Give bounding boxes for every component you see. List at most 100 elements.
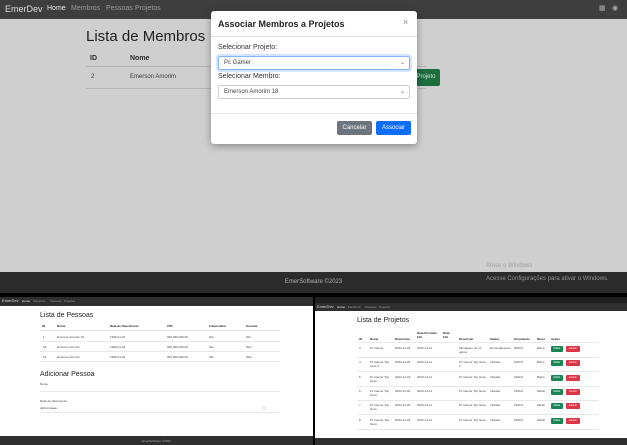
navbar-brand[interactable]: EmerDev <box>5 4 43 14</box>
col-nome: Nome <box>57 324 66 328</box>
cancel-button[interactable]: Cancelar <box>337 121 372 135</box>
col-budget: Orçamento <box>514 337 530 341</box>
birthdate-label: Data de Nascimento <box>40 399 68 403</box>
nav-home[interactable]: Home <box>47 5 66 12</box>
birthdate-input[interactable]: dd/mm/aaaa <box>40 406 57 410</box>
cell-status: Iniciado <box>490 360 501 365</box>
cell-birthdate: 1990-01-01 <box>110 345 126 349</box>
member-select[interactable]: Emerson Amorim 18 ⌄ <box>218 85 410 99</box>
row-divider <box>357 371 599 373</box>
settings-icon[interactable]: ▦ <box>599 5 606 12</box>
cell-status: Iniciado <box>490 417 501 422</box>
cell-birthdate: 1990-01-01 <box>110 335 126 339</box>
row-divider <box>40 341 280 342</box>
nav-pessoas[interactable]: Pessoas <box>50 299 62 303</box>
delete-button[interactable]: Excluir <box>566 403 580 410</box>
nav-pessoas[interactable]: Pessoas <box>106 5 133 12</box>
close-icon[interactable]: × <box>403 17 408 27</box>
nav-home[interactable]: Home <box>337 305 345 309</box>
col-cpf: CPF <box>167 324 173 328</box>
nav-membros[interactable]: Membros <box>71 5 100 12</box>
edit-button[interactable]: Editar <box>551 417 563 424</box>
col-employee: Funcionário <box>209 324 227 328</box>
cell-forecast: 2023-12-11 <box>417 417 433 422</box>
delete-button[interactable]: Excluir <box>566 388 580 395</box>
col-description: Descrição <box>459 337 474 341</box>
col-forecast: Data Previsão Fim <box>417 331 437 339</box>
cell-birthdate: 1990-01-01 <box>110 355 126 359</box>
nav-membros[interactable]: Membros <box>33 299 46 303</box>
cell-description: Pc Gamer Top Gera <box>459 417 486 422</box>
member-select-value: Emerson Amorim 18 <box>224 89 279 95</box>
cell-manager: Não <box>246 345 252 349</box>
delete-button[interactable]: Excluir <box>566 374 580 381</box>
footer-text: EmerSoftware ©2023 <box>142 439 171 443</box>
cell-forecast: 2023-12-11 <box>417 374 433 379</box>
footer: EmerSoftware ©2023 <box>0 436 313 445</box>
name-field[interactable] <box>40 391 280 392</box>
cell-risk: Baixo <box>537 360 545 365</box>
cell-forecast: 2023-12-11 <box>417 346 433 350</box>
github-icon[interactable]: ◉ <box>612 5 619 12</box>
cell-employee: Sim <box>209 355 215 359</box>
edit-button[interactable]: Editar <box>551 403 563 410</box>
cell-risk: Baixo <box>537 346 545 350</box>
cell-forecast: 2023-12-11 <box>417 403 433 408</box>
cell-id: 18 <box>43 345 47 349</box>
cell-forecast: 2023-12-11 <box>417 388 433 393</box>
modal-header-divider <box>211 36 417 37</box>
nav-projetos[interactable]: Projetos <box>64 299 75 303</box>
col-manager: Gerente <box>246 324 258 328</box>
cell-id: 7 <box>359 403 361 408</box>
nav-projetos[interactable]: Projetos <box>135 5 161 12</box>
people-title: Lista de Pessoas <box>40 312 94 319</box>
edit-button[interactable]: Editar <box>551 388 563 395</box>
cell-cpf: 000.000.000-00 <box>167 345 189 349</box>
members-page-screenshot: EmerDev Home Membros Pessoas Projetos ▦ … <box>0 0 627 293</box>
cell-start: 2023-12-04 <box>395 374 411 379</box>
nav-pessoas[interactable]: Pessoas <box>365 305 377 309</box>
row-divider <box>357 385 599 387</box>
col-id: ID <box>359 337 362 341</box>
delete-button[interactable]: Excluir <box>566 346 580 352</box>
row-divider <box>357 428 599 430</box>
col-end: Data Fim <box>443 331 450 339</box>
calendar-icon[interactable]: ▢ <box>263 406 266 410</box>
add-person-title: Adicionar Pessoa <box>40 371 95 378</box>
cell-name: Emerson Amorim <box>57 355 81 359</box>
project-select-value: Pc Gamer <box>224 60 252 66</box>
delete-button[interactable]: Excluir <box>566 360 580 367</box>
cell-start: 2023-12-04 <box>395 388 411 393</box>
associate-button[interactable]: Associar <box>376 121 411 135</box>
cell-name: Pc Gamer Top Gera <box>370 374 390 383</box>
header-divider <box>40 330 280 331</box>
member-select-label: Selecionar Membro: <box>218 73 281 80</box>
nav-membros[interactable]: Membros <box>348 305 361 309</box>
col-risk: Risco <box>537 337 546 341</box>
cell-name: Pc Gamer Top Gera <box>370 388 390 397</box>
cell-status: Iniciado <box>490 374 501 379</box>
people-navbar: EmerDev Home Membros Pessoas Projetos <box>0 297 313 306</box>
edit-button[interactable]: Editar <box>551 374 563 381</box>
page-title: Lista de Membros <box>86 28 206 45</box>
cell-budget: 1000.0 <box>514 388 524 393</box>
navbar-brand[interactable]: EmerDev <box>2 298 19 303</box>
associate-modal: Associar Membros a Projetos × Selecionar… <box>211 11 417 144</box>
cell-budget: 1000.0 <box>514 360 524 365</box>
cell-manager: Não <box>246 355 252 359</box>
cell-name: Pc Gamer <box>370 346 384 350</box>
cell-start: 2023-12-04 <box>395 403 411 408</box>
project-select-label: Selecionar Projeto: <box>218 44 278 51</box>
cell-id: 3 <box>359 346 361 350</box>
nav-projetos[interactable]: Projetos <box>379 305 390 309</box>
project-select[interactable]: Pc Gamer ⌄ <box>218 56 410 70</box>
col-status: Status <box>490 337 500 341</box>
cell-name: Pc Gamer Top Gera <box>370 403 390 412</box>
navbar-brand[interactable]: EmerDev <box>317 304 334 309</box>
col-start: Data Início <box>395 337 411 341</box>
delete-button[interactable]: Excluir <box>566 417 580 424</box>
cell-id: 1 <box>43 335 45 339</box>
edit-button[interactable]: Editar <box>551 346 563 352</box>
nav-home[interactable]: Home <box>22 299 30 303</box>
edit-button[interactable]: Editar <box>551 360 563 367</box>
